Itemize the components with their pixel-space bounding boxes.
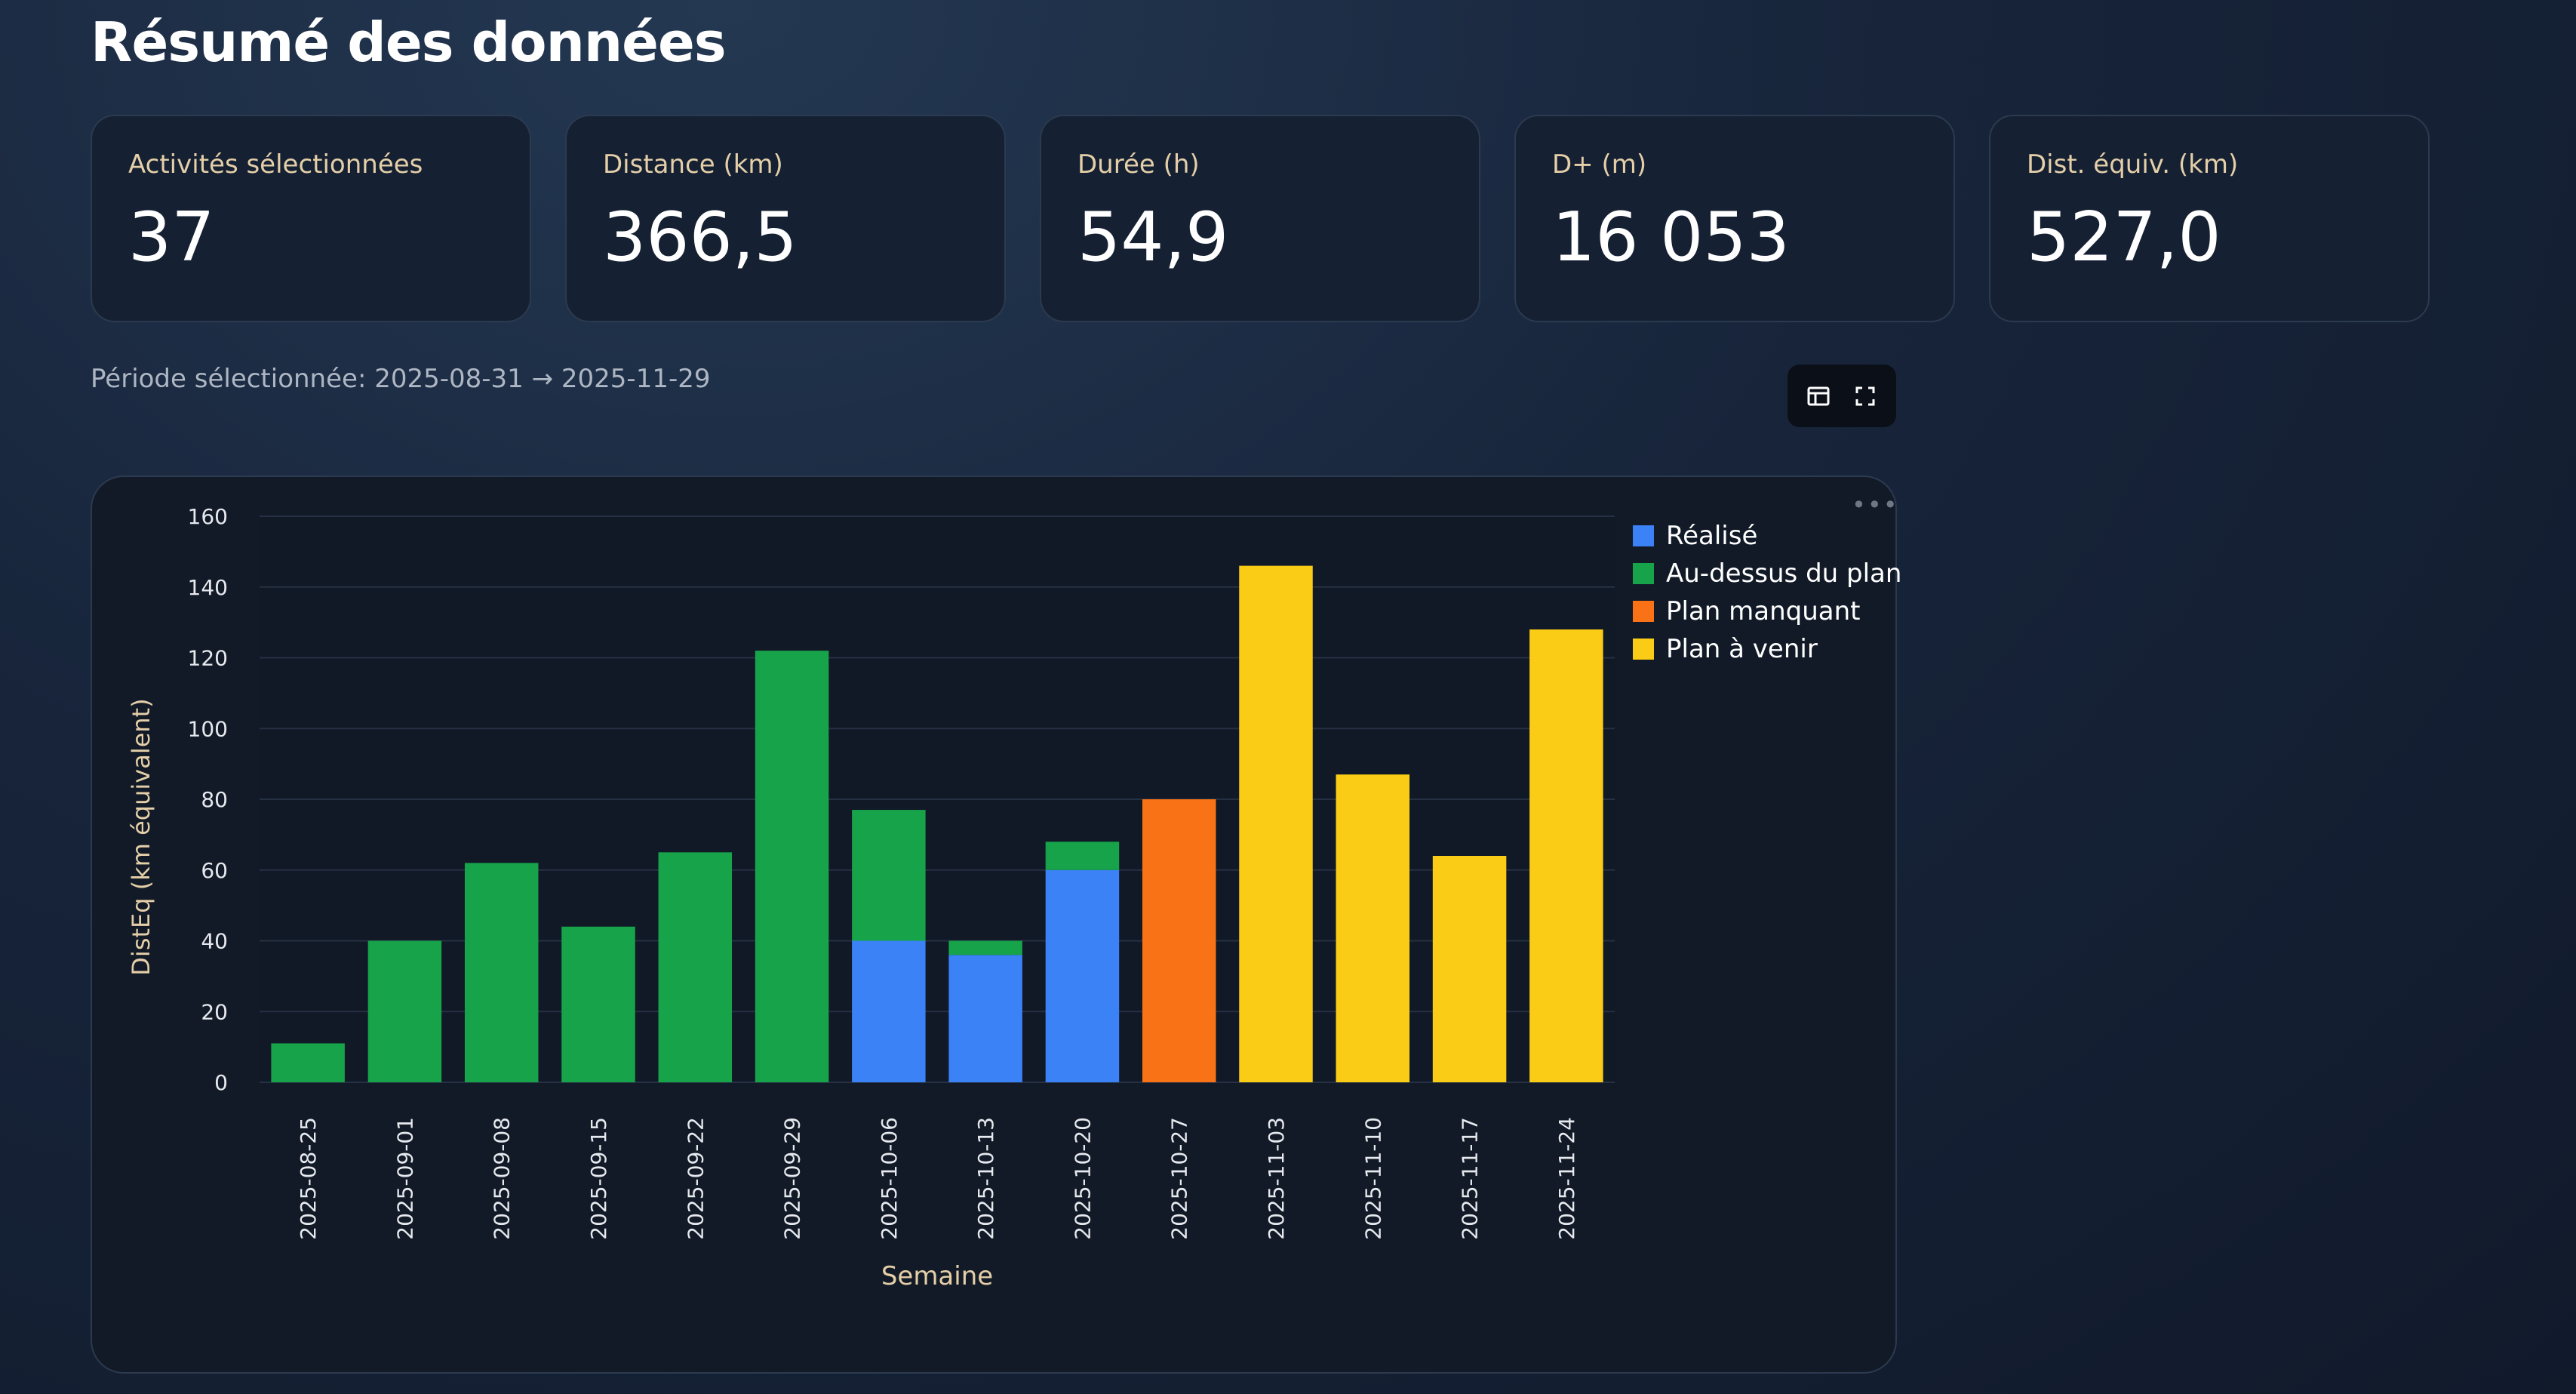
y-tick-label: 160 xyxy=(188,504,228,529)
bar-segment xyxy=(852,940,926,1082)
bar-segment xyxy=(561,926,635,1082)
bar-segment xyxy=(948,955,1022,1082)
bar-segment xyxy=(1529,629,1603,1082)
x-tick-label: 2025-09-15 xyxy=(586,1117,611,1240)
legend-swatch xyxy=(1633,563,1654,584)
legend-label: Réalisé xyxy=(1666,521,1757,551)
x-tick-label: 2025-08-25 xyxy=(296,1117,321,1240)
bar-segment xyxy=(1045,842,1120,870)
bar-segment xyxy=(1432,856,1507,1082)
x-tick-label: 2025-10-27 xyxy=(1167,1117,1192,1240)
x-tick-label: 2025-11-10 xyxy=(1360,1117,1385,1240)
bar-segment xyxy=(852,810,926,941)
y-tick-label: 20 xyxy=(201,999,228,1024)
legend-swatch xyxy=(1633,525,1654,546)
bar-segment xyxy=(271,1043,345,1082)
y-tick-label: 60 xyxy=(201,858,228,883)
legend-label: Plan manquant xyxy=(1666,596,1861,626)
y-tick-label: 40 xyxy=(201,929,228,954)
x-tick-label: 2025-11-17 xyxy=(1458,1117,1483,1240)
bar-segment xyxy=(755,651,829,1082)
bar-segment xyxy=(1045,869,1120,1082)
y-tick-label: 0 xyxy=(214,1070,228,1095)
legend-label: Plan à venir xyxy=(1666,634,1818,664)
legend-swatch xyxy=(1633,601,1654,622)
bar-segment xyxy=(1239,565,1313,1082)
x-tick-label: 2025-10-13 xyxy=(973,1117,998,1240)
y-tick-label: 140 xyxy=(188,575,228,600)
bar-segment xyxy=(1142,799,1216,1082)
x-tick-label: 2025-09-22 xyxy=(683,1117,708,1240)
x-tick-label: 2025-09-29 xyxy=(780,1117,805,1240)
x-tick-label: 2025-11-03 xyxy=(1264,1117,1289,1240)
x-tick-label: 2025-09-01 xyxy=(392,1117,417,1240)
y-tick-label: 120 xyxy=(188,646,228,671)
bar-segment xyxy=(464,863,539,1082)
bar-segment xyxy=(1336,774,1410,1082)
bar-chart: 0 20 40 60 80 100 120 140 160 2025-08-25 2025-09-0… xyxy=(127,504,1901,1291)
y-axis-title: DistEq (km équivalent) xyxy=(127,698,155,975)
x-tick-label: 2025-09-08 xyxy=(490,1117,515,1240)
bar-segment xyxy=(948,940,1022,955)
y-tick-label: 80 xyxy=(201,787,228,812)
bar-segment xyxy=(658,852,733,1082)
y-tick-label: 100 xyxy=(188,716,228,741)
legend-label: Au-dessus du plan xyxy=(1666,559,1901,589)
x-tick-label: 2025-10-20 xyxy=(1070,1117,1095,1240)
x-axis-title: Semaine xyxy=(881,1261,993,1291)
bar-segment xyxy=(367,940,442,1082)
legend-swatch xyxy=(1633,639,1654,660)
x-tick-label: 2025-10-06 xyxy=(877,1117,902,1240)
x-tick-label: 2025-11-24 xyxy=(1554,1117,1579,1240)
